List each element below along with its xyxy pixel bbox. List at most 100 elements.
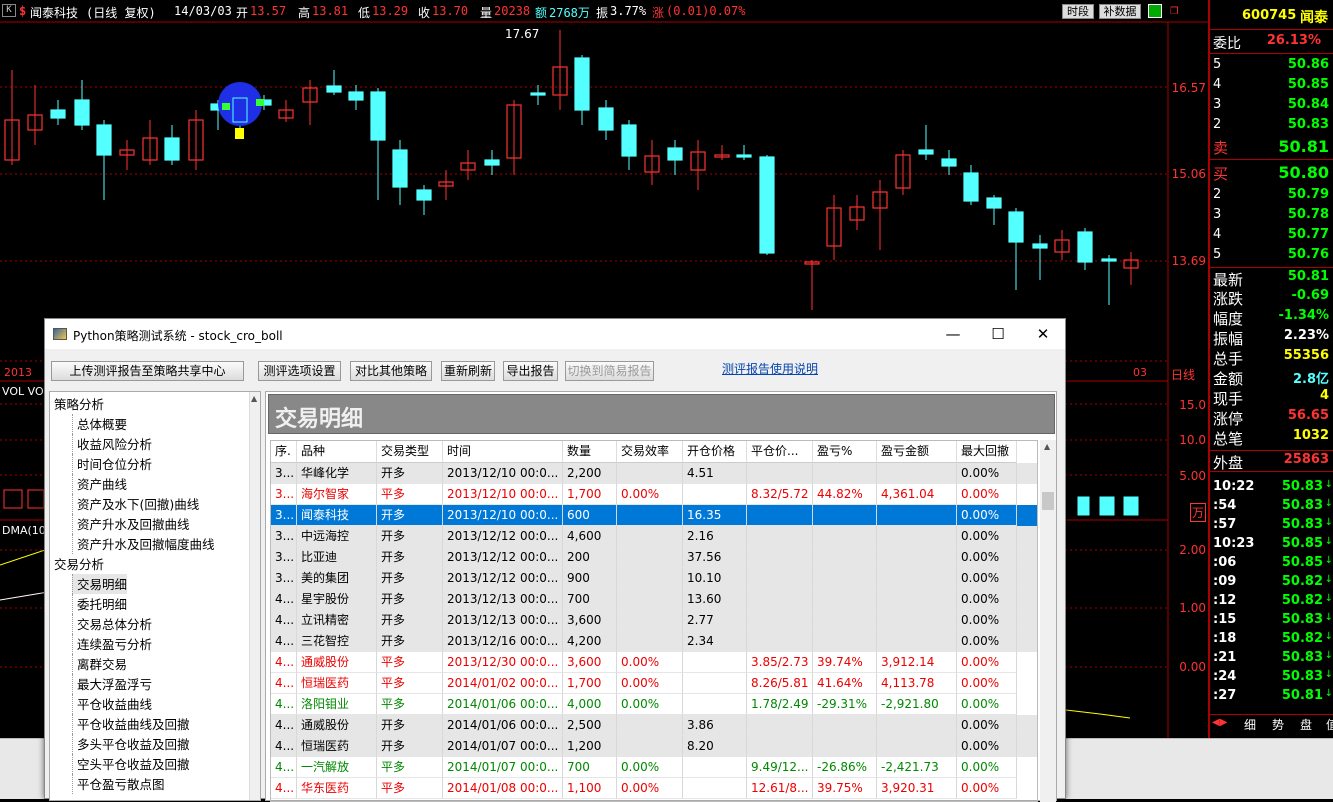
down-arrow-icon: ↓ [1324,669,1333,680]
table-cell [747,631,813,652]
table-scrollbar[interactable]: ▲ [1040,440,1056,802]
table-row[interactable]: 4... 华东医药 平多 2014/01/08 00:0... 1,100 0.00% 12… [271,778,1037,799]
table-row[interactable]: 4... 洛阳钼业 平多 2014/01/06 00:0... 4,000 0.00% 1.… [271,694,1037,715]
table-cell: 4... [271,757,297,778]
options-button[interactable]: 测评选项设置 [258,361,341,381]
table-row[interactable]: 4... 立讯精密 开多 2013/12/13 00:0... 3,600 2.77 0.0… [271,610,1037,631]
tree-item[interactable]: 资产曲线 [72,474,127,494]
scroll-up-icon[interactable]: ▲ [1044,442,1050,451]
analysis-tree[interactable]: 策略分析 总体概要 收益风险分析 时间仓位分析 资产曲线 资产及水下(回撤)曲线 资产升水及… [49,391,261,801]
side-tabs: ◀▶ 细 势 盘 值 [1210,714,1333,732]
column-header[interactable]: 品种 [297,441,377,463]
table-cell: 3.85/2.73 [747,652,813,673]
table-row[interactable]: 4... 通威股份 平多 2013/12/30 00:0... 3,600 0.00% 3.… [271,652,1037,673]
compare-strategy-button[interactable]: 对比其他策略 [350,361,432,381]
column-header[interactable]: 最大回撤 [957,441,1017,463]
upload-report-button[interactable]: 上传测评报告至策略共享中心 [51,361,244,381]
tree-item[interactable]: 交易明细 [72,574,128,594]
tree-item[interactable]: 资产升水及回撤幅度曲线 [72,534,215,554]
tab-value[interactable]: 值 [1326,716,1333,733]
tree-item[interactable]: 时间仓位分析 [72,454,152,474]
table-cell: 9.49/12... [747,757,813,778]
column-header[interactable]: 序. [271,441,297,463]
tab-book[interactable]: 盘 [1300,716,1312,733]
column-header[interactable]: 盈亏% [813,441,877,463]
minimize-icon[interactable]: — [939,323,967,345]
tree-item[interactable]: 连续盈亏分析 [72,634,152,654]
table-cell [877,568,957,589]
settings-diamond-icon[interactable] [1148,4,1162,18]
tree-item[interactable]: 空头平仓收益及回撤 [72,754,190,774]
scroll-up-icon[interactable]: ▲ [251,394,257,403]
table-row[interactable]: 4... 恒瑞医药 开多 2014/01/07 00:0... 1,200 8.20 0.0… [271,736,1037,757]
strategy-test-window[interactable]: Python策略测试系统 - stock_cro_boll — ☐ ✕ 上传测评… [44,318,1066,802]
table-cell: 星宇股份 [297,589,377,610]
tree-item[interactable]: 资产及水下(回撤)曲线 [72,494,199,514]
table-row[interactable]: 4... 星宇股份 开多 2013/12/13 00:0... 700 13.60 0.00… [271,589,1037,610]
column-header[interactable]: 数量 [563,441,617,463]
tree-item[interactable]: 交易分析 [54,554,104,574]
tab-prev-icon[interactable]: ◀▶ [1212,717,1227,728]
supplement-data-button[interactable]: 补数据 [1099,4,1141,19]
table-row[interactable]: 4... 一汽解放 平多 2014/01/07 00:0... 700 0.00% 9.49… [271,757,1037,778]
restore-window-icon[interactable]: ❐ [1170,2,1178,18]
table-cell: 0.00% [617,652,683,673]
export-report-button[interactable]: 导出报告 [503,361,558,381]
refresh-button[interactable]: 重新刷新 [441,361,495,381]
column-header[interactable]: 开仓价格 [683,441,747,463]
table-row[interactable]: 3... 闻泰科技 开多 2013/12/10 00:0... 600 16.35 0.00… [271,505,1037,526]
column-header[interactable]: 交易类型 [377,441,443,463]
stat-row: 现手 4 [1213,388,1329,408]
table-row[interactable]: 4... 通威股份 开多 2014/01/06 00:0... 2,500 3.86 0.0… [271,715,1037,736]
column-header[interactable]: 时间 [443,441,563,463]
table-row[interactable]: 3... 比亚迪 开多 2013/12/12 00:0... 200 37.56 0.00% [271,547,1037,568]
sell-level-row: 5 50.86 [1213,57,1329,72]
tree-item[interactable]: 最大浮盈浮亏 [72,674,152,694]
table-cell: 0.00% [957,526,1017,547]
candle-body [598,107,614,131]
scroll-thumb[interactable] [1042,492,1054,510]
tree-item[interactable]: 策略分析 [54,394,104,414]
table-row[interactable]: 3... 海尔智家 平多 2013/12/10 00:0... 1,700 0.00% 8.… [271,484,1037,505]
tree-item[interactable]: 多头平仓收益及回撤 [72,734,190,754]
tree-item[interactable]: 收益风险分析 [72,434,152,454]
table-cell: 4.51 [683,463,747,484]
volume-bar [1077,496,1090,516]
simple-report-button[interactable]: 切换到简易报告 [565,361,654,381]
tree-item[interactable]: 离群交易 [72,654,127,674]
tree-item[interactable]: 资产升水及回撤曲线 [72,514,190,534]
table-row[interactable]: 3... 美的集团 开多 2013/12/12 00:0... 900 10.10 0.00… [271,568,1037,589]
tree-item[interactable]: 平仓盈亏散点图 [72,774,165,794]
tree-item[interactable]: 平仓收益曲线 [72,694,152,714]
candle-body [392,149,408,188]
maximize-icon[interactable]: ☐ [984,323,1012,345]
table-row[interactable]: 3... 华峰化学 开多 2013/12/10 00:0... 2,200 4.51 0.0… [271,463,1037,484]
table-row[interactable]: 3... 中远海控 开多 2013/12/12 00:0... 4,600 2.16 0.0… [271,526,1037,547]
window-titlebar[interactable]: Python策略测试系统 - stock_cro_boll — ☐ ✕ [45,319,1065,349]
tree-item[interactable]: 交易总体分析 [72,614,152,634]
candle-body [484,159,500,166]
axis-tick: 1.00 [1179,601,1206,615]
table-row[interactable]: 4... 恒瑞医药 平多 2014/01/02 00:0... 1,700 0.00% 8.… [271,673,1037,694]
tree-scrollbar[interactable]: ▲ [249,392,260,800]
k-period-button[interactable]: K [2,4,16,17]
close-icon[interactable]: ✕ [1029,323,1057,345]
table-cell: 2014/01/02 00:0... [443,673,563,694]
tab-detail[interactable]: 细 [1244,716,1256,733]
tab-trend[interactable]: 势 [1272,716,1284,733]
tree-item[interactable]: 委托明细 [72,594,127,614]
table-cell [747,715,813,736]
table-row[interactable]: 4... 三花智控 开多 2013/12/16 00:0... 4,200 2.34 0.0… [271,631,1037,652]
column-header[interactable]: 盈亏金额 [877,441,957,463]
table-cell: 0.00% [957,652,1017,673]
table-cell: 700 [563,757,617,778]
time-segment-button[interactable]: 时段 [1062,4,1094,19]
report-help-link[interactable]: 测评报告使用说明 [722,360,818,377]
column-header[interactable]: 交易效率 [617,441,683,463]
amount-value: 2768万 [549,6,590,20]
tree-item[interactable]: 平仓收益曲线及回撤 [72,714,190,734]
column-header[interactable]: 平仓价... [747,441,813,463]
tree-item[interactable]: 总体概要 [72,414,127,434]
table-cell: 3... [271,547,297,568]
trade-detail-table[interactable]: 序. 品种 交易类型 时间 数量 交易效率 开仓价格 平仓价... 盈亏% 盈亏金额 最大回撤 3.… [270,440,1038,802]
